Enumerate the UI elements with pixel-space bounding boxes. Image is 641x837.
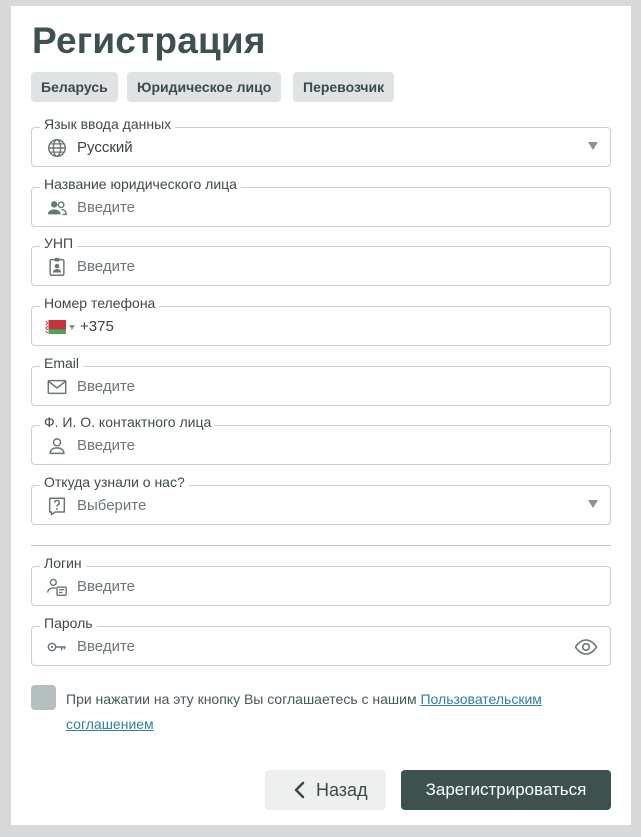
email-placeholder: Введите	[77, 378, 135, 395]
registration-card: Регистрация Беларусь Юридическое лицо Пе…	[11, 6, 631, 825]
password-label: Пароль	[40, 615, 97, 631]
password-placeholder: Введите	[77, 638, 135, 655]
divider	[31, 545, 611, 546]
phone-value: +375	[80, 318, 114, 335]
globe-icon	[46, 137, 68, 159]
page-title: Регистрация	[32, 20, 266, 61]
question-icon	[46, 495, 68, 517]
source-label: Откуда узнали о нас?	[40, 474, 189, 490]
contact-name-label: Ф. И. О. контактного лица	[40, 414, 216, 430]
chip-role[interactable]: Перевозчик	[293, 72, 395, 102]
language-select[interactable]: Язык ввода данных Русский	[31, 116, 611, 167]
person-icon	[46, 435, 68, 457]
unp-placeholder: Введите	[77, 258, 135, 275]
id-badge-icon	[46, 256, 68, 278]
email-label: Email	[40, 355, 84, 371]
eye-icon[interactable]	[574, 635, 598, 659]
login-label: Логин	[40, 555, 86, 571]
source-select[interactable]: Откуда узнали о нас? Выберите	[31, 474, 611, 525]
key-icon	[46, 636, 68, 658]
unp-label: УНП	[40, 235, 78, 251]
phone-label: Номер телефона	[40, 295, 160, 311]
chevron-down-icon	[588, 500, 598, 508]
company-name-placeholder: Введите	[77, 199, 135, 216]
login-field[interactable]: Логин Введите	[31, 555, 611, 606]
back-button[interactable]: Назад	[265, 770, 386, 810]
belarus-flag-icon[interactable]	[45, 320, 66, 334]
envelope-icon	[46, 376, 68, 398]
source-placeholder: Выберите	[77, 497, 147, 514]
company-name-field[interactable]: Название юридического лица Введите	[31, 176, 611, 227]
chip-country[interactable]: Беларусь	[31, 72, 118, 102]
register-button[interactable]: Зарегистрироваться	[401, 770, 611, 810]
chevron-down-icon	[588, 142, 598, 150]
contact-name-placeholder: Введите	[77, 437, 135, 454]
language-value: Русский	[77, 139, 133, 156]
people-icon	[46, 197, 68, 219]
contact-name-field[interactable]: Ф. И. О. контактного лица Введите	[31, 414, 611, 465]
back-button-label: Назад	[316, 780, 368, 800]
login-placeholder: Введите	[77, 578, 135, 595]
email-field[interactable]: Email Введите	[31, 355, 611, 406]
agreement-text: При нажатии на эту кнопку Вы соглашаетес…	[66, 687, 606, 737]
unp-field[interactable]: УНП Введите	[31, 235, 611, 286]
phone-field[interactable]: Номер телефона +375	[31, 295, 611, 346]
password-field[interactable]: Пароль Введите	[31, 615, 611, 666]
country-dropdown-icon[interactable]	[69, 325, 75, 330]
chip-entity-type[interactable]: Юридическое лицо	[127, 72, 282, 102]
user-card-icon	[46, 576, 68, 598]
agreement-checkbox[interactable]	[31, 685, 56, 710]
language-label: Язык ввода данных	[40, 116, 176, 132]
agreement-label: При нажатии на эту кнопку Вы соглашаетес…	[66, 691, 421, 707]
company-name-label: Название юридического лица	[40, 176, 241, 192]
chevron-left-icon	[290, 780, 310, 800]
